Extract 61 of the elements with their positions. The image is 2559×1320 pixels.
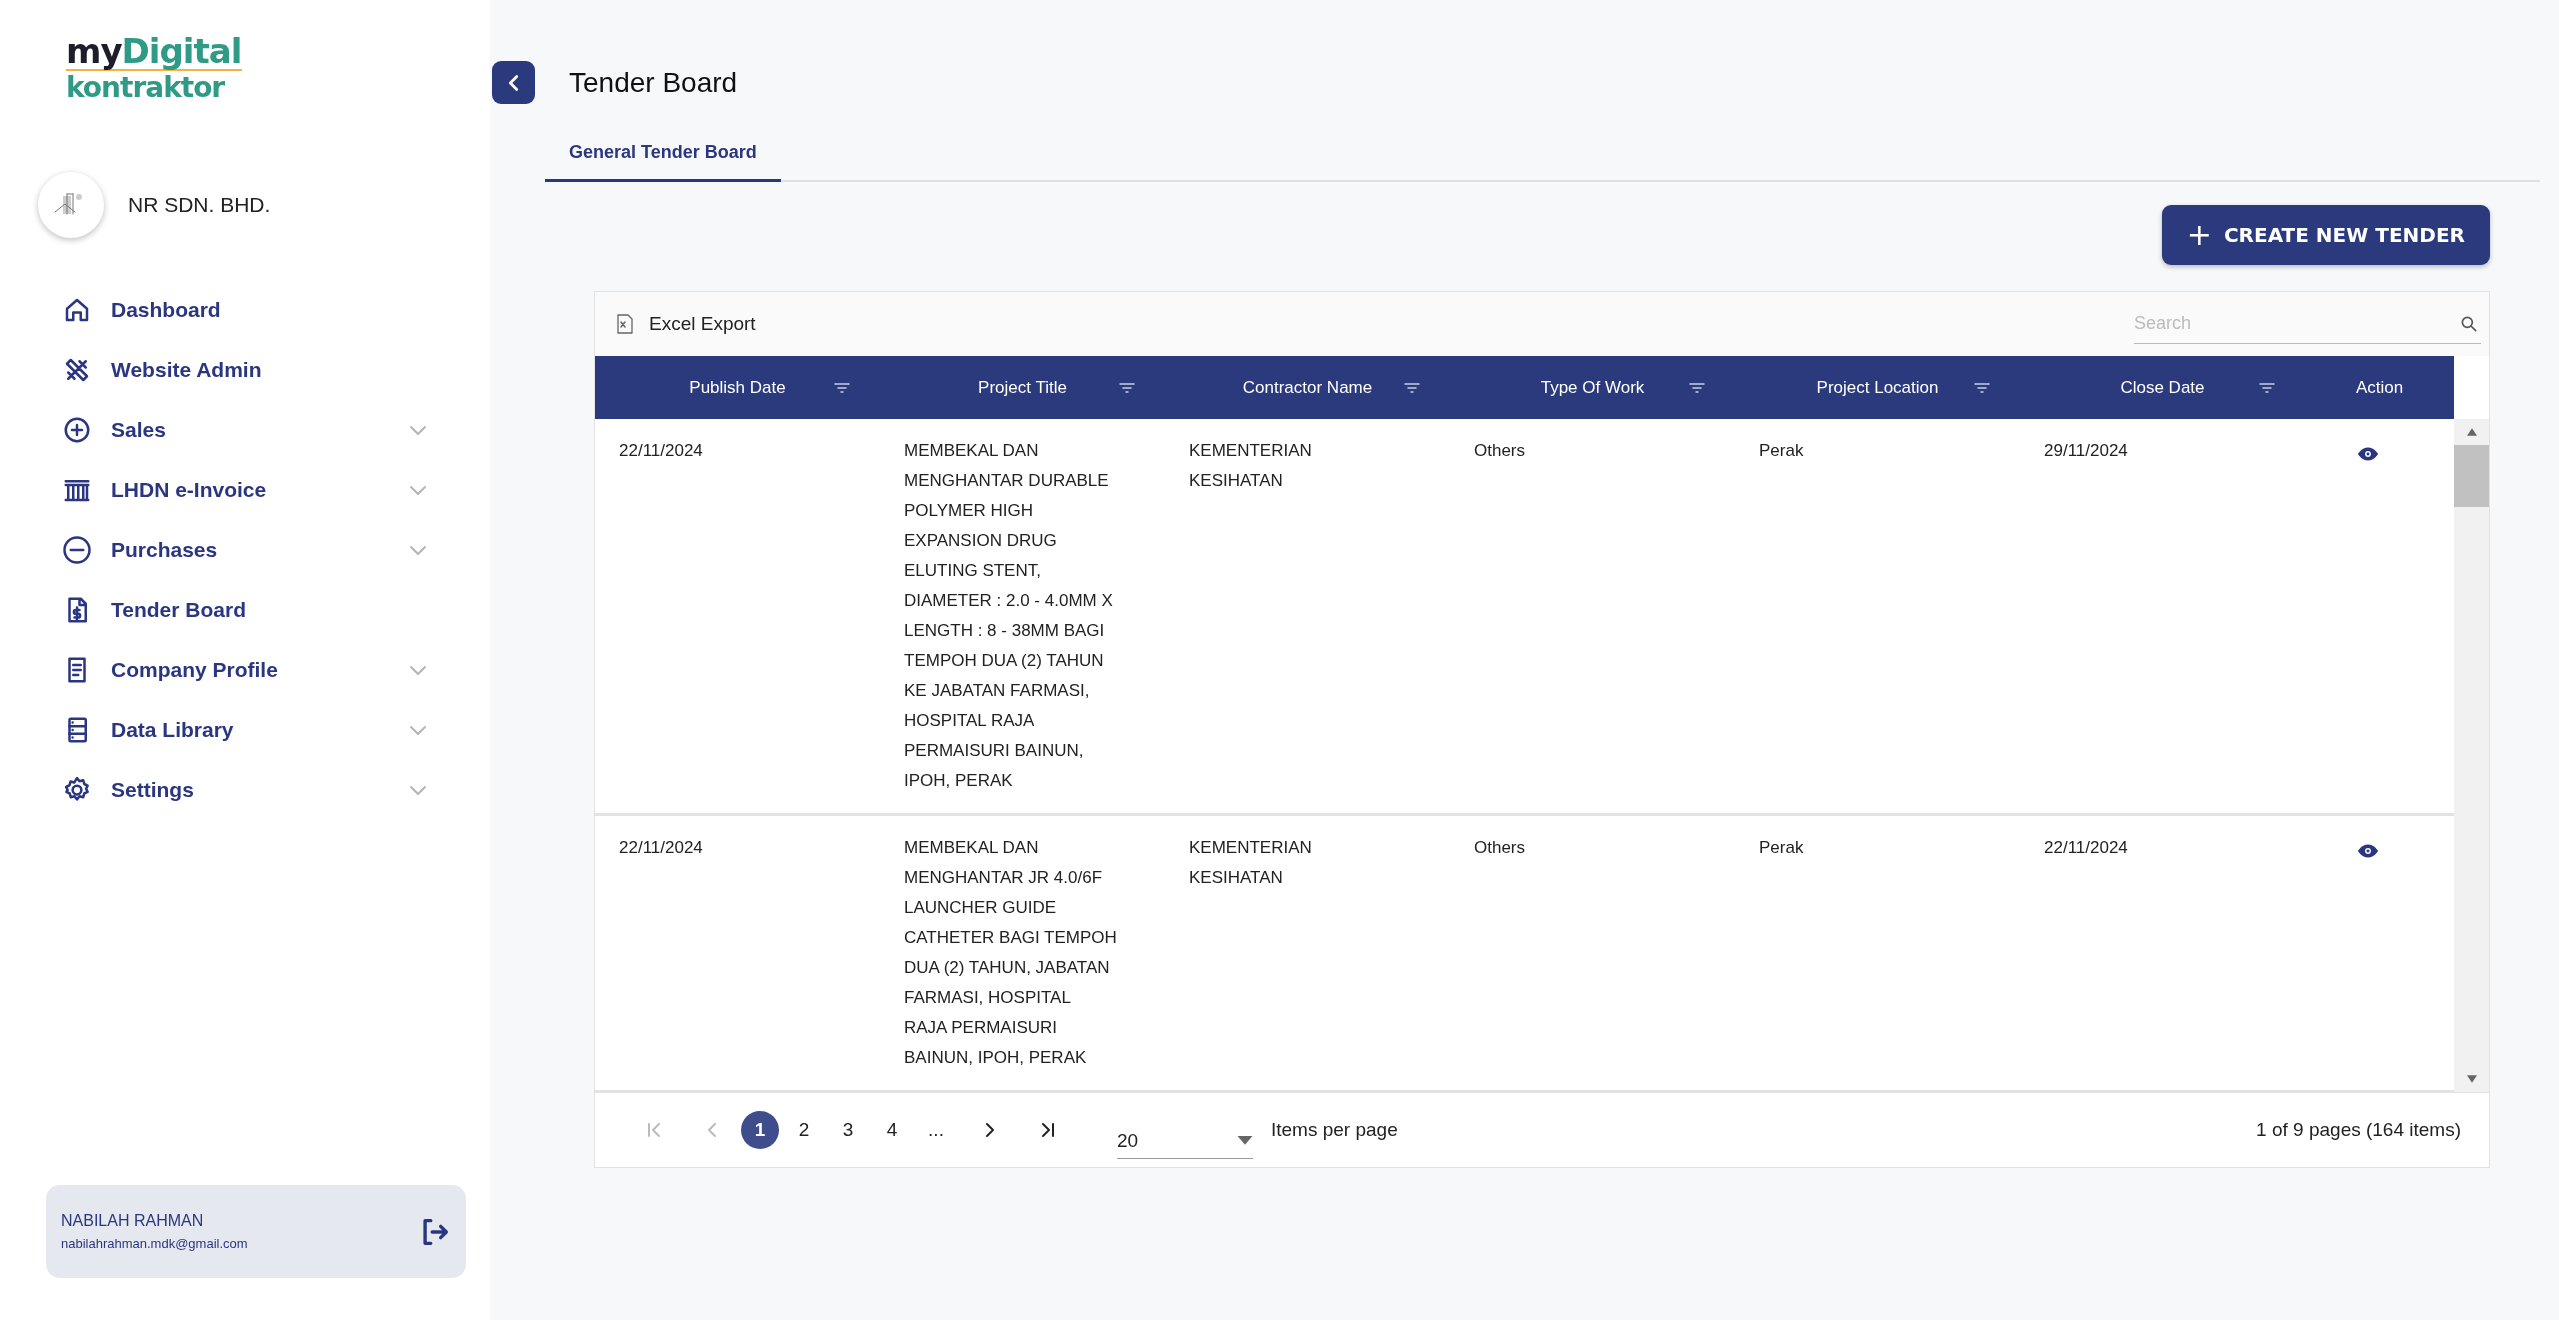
scroll-down-icon	[2464, 1074, 2479, 1084]
excel-export-button[interactable]: Excel Export	[613, 312, 756, 336]
page-button[interactable]: 4	[873, 1111, 911, 1149]
nav-item[interactable]: LHDN e-Invoice	[0, 460, 490, 520]
nav-item[interactable]: Data Library	[0, 700, 490, 760]
table-cell: Perak	[1759, 441, 1804, 460]
page-button[interactable]: 3	[829, 1111, 867, 1149]
table-cell: Perak	[1759, 838, 1804, 857]
create-tender-button[interactable]: + CREATE NEW TENDER	[2161, 205, 2490, 265]
column-header: Publish Date	[689, 377, 786, 398]
search-icon	[2459, 314, 2479, 334]
page-size-label: Items per page	[1271, 1119, 1398, 1141]
column-header: Project Title	[978, 377, 1067, 398]
filter-icon[interactable]	[1404, 381, 1420, 394]
collapse-button[interactable]	[492, 61, 535, 104]
page-summary: 1 of 9 pages (164 items)	[2256, 1119, 2461, 1141]
view-icon[interactable]	[2356, 843, 2379, 859]
table-cell: Others	[1474, 838, 1526, 857]
nav-item[interactable]: Dashboard	[0, 280, 490, 340]
user-name: NABILAH RAHMAN	[61, 1212, 205, 1230]
minus-circle-icon	[62, 535, 92, 565]
column-header: Action	[2355, 377, 2404, 398]
search-field[interactable]: Search	[2134, 304, 2481, 344]
scroll-up-icon	[2464, 427, 2479, 437]
user-email: nabilahrahman.mdk@gmail.com	[61, 1236, 248, 1251]
table-cell: KEMENTERIAN KESIHATAN	[1189, 441, 1312, 490]
nav-item[interactable]: Company Profile	[0, 640, 490, 700]
table-cell: KEMENTERIAN KESIHATAN	[1189, 838, 1312, 887]
page-button[interactable]: ...	[917, 1111, 955, 1149]
table-cell: 22/11/2024	[619, 441, 703, 460]
page-title: Tender Board	[569, 66, 738, 99]
caret-down-icon	[1237, 1135, 1253, 1146]
view-icon[interactable]	[2356, 446, 2379, 462]
company-name: NR SDN. BHD.	[128, 193, 271, 217]
column-header: Contractor Name	[1242, 377, 1373, 398]
logo: myDigital kontraktor	[66, 34, 242, 102]
filter-icon[interactable]	[834, 381, 850, 394]
nav-item[interactable]: Sales	[0, 400, 490, 460]
plus-circle-icon	[62, 415, 92, 445]
scroll-thumb[interactable]	[2454, 445, 2489, 507]
column-header: Close Date	[2120, 377, 2205, 398]
filter-icon[interactable]	[1974, 381, 1990, 394]
page-size-dropdown[interactable]: 20	[1117, 1115, 1253, 1159]
table-cell: Others	[1474, 441, 1526, 460]
table-cell: 29/11/2024	[2044, 441, 2128, 460]
column-header: Project Location	[1816, 377, 1939, 398]
column-header: Type Of Work	[1540, 377, 1645, 398]
nav-item[interactable]: Website Admin	[0, 340, 490, 400]
filter-icon[interactable]	[1119, 381, 1135, 394]
filter-icon[interactable]	[2259, 381, 2275, 394]
table-cell: MEMBEKAL DAN MENGHANTAR JR 4.0/6F LAUNCHER GUIDE CATHETER BAGI TEMPOH DUA (2) TAHUN, JABATAN FARMASI, HOSPITAL RAJA PERMAISURI BAINUN, IPOH, PERAK	[904, 838, 1117, 1067]
page-button[interactable]: 1	[741, 1111, 779, 1149]
nav-item[interactable]: Purchases	[0, 520, 490, 580]
table-cell: 22/11/2024	[2044, 838, 2128, 857]
table-cell: MEMBEKAL DAN MENGHANTAR DURABLE POLYMER HIGH EXPANSION DRUG ELUTING STENT, DIAMETER : 2.0 - 4.0MM X LENGTH : 8 - 38MM BAGI TEMPOH DUA (2) TAHUN KE JABATAN FARMASI, HOSPITAL RAJA PERMAISURI BAINUN, IPOH, PERAK	[904, 441, 1113, 790]
page-button[interactable]: 2	[785, 1111, 823, 1149]
nav-item[interactable]: Settings	[0, 760, 490, 820]
table-cell: 22/11/2024	[619, 838, 703, 857]
nav-item[interactable]: Tender Board	[0, 580, 490, 640]
filter-icon[interactable]	[1689, 381, 1705, 394]
tab[interactable]: General Tender Board	[545, 126, 781, 182]
